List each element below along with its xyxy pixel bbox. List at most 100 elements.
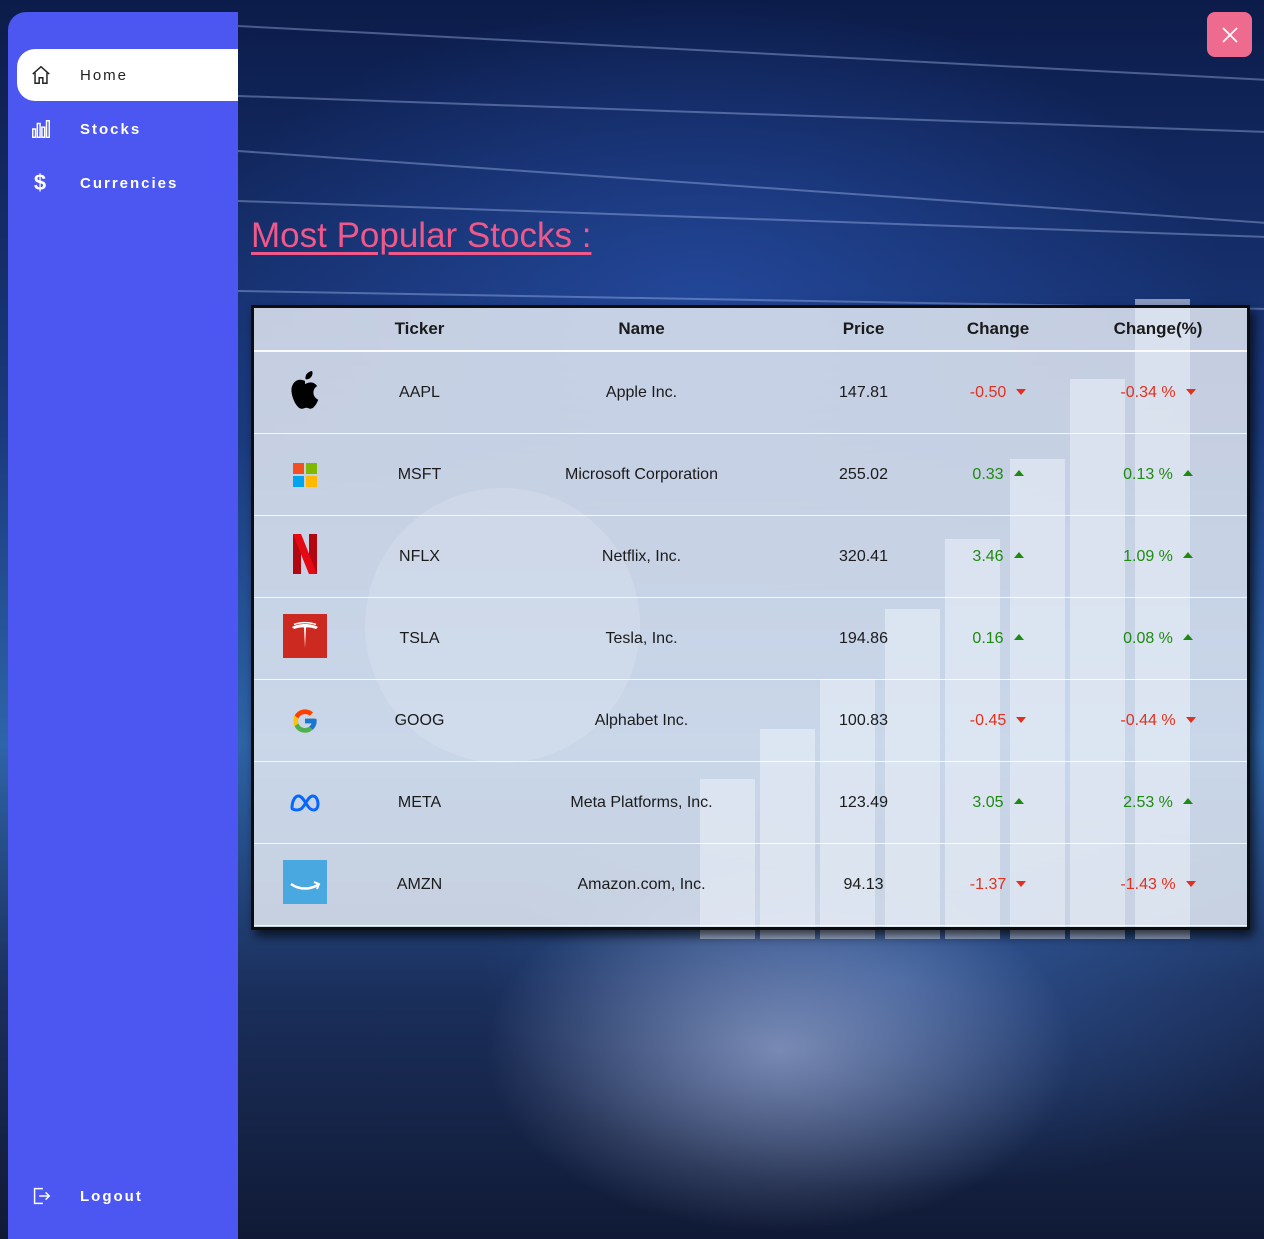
change-pct-value: 1.09 % — [1123, 547, 1173, 565]
price-cell: 123.49 — [800, 761, 927, 844]
sidebar-item-label: Home — [80, 66, 129, 84]
sidebar-cap — [8, 12, 238, 48]
home-icon — [23, 64, 59, 86]
logo-cell — [254, 597, 356, 680]
header-ticker: Ticker — [356, 308, 483, 352]
change-pct-value: -0.44 % — [1120, 711, 1176, 729]
sidebar-item-currencies[interactable]: $ Currencies — [17, 157, 238, 209]
table-row: GOOG Alphabet Inc. 100.83 -0.45 -0.44 % — [254, 679, 1247, 762]
change-value: 0.33 — [972, 465, 1004, 483]
price-cell: 147.81 — [800, 351, 927, 434]
logout-icon — [23, 1185, 59, 1207]
caret-up-icon — [1013, 797, 1024, 804]
header-logo — [254, 308, 356, 352]
change-cell: -0.50 — [927, 351, 1069, 434]
change-pct-cell: 2.53 % — [1069, 761, 1247, 844]
change-pct-value: -1.43 % — [1120, 875, 1176, 893]
close-button[interactable] — [1207, 12, 1252, 57]
change-pct-cell: 1.09 % — [1069, 515, 1247, 598]
change-pct-value: 2.53 % — [1123, 793, 1173, 811]
change-cell: -0.45 — [927, 679, 1069, 762]
change-value: -0.50 — [969, 383, 1007, 401]
caret-up-icon — [1182, 551, 1193, 558]
name-cell: Meta Platforms, Inc. — [483, 761, 800, 844]
change-pct-value: 0.13 % — [1123, 465, 1173, 483]
name-cell: Alphabet Inc. — [483, 679, 800, 762]
header-change: Change — [927, 308, 1069, 352]
caret-down-icon — [1016, 388, 1027, 395]
change-cell: 3.46 — [927, 515, 1069, 598]
header-price: Price — [800, 308, 927, 352]
change-value: 3.05 — [972, 793, 1004, 811]
bar-chart-icon — [23, 118, 59, 140]
ticker-cell: MSFT — [356, 433, 483, 516]
header-name: Name — [483, 308, 800, 352]
table-header-row: Ticker Name Price Change Change(%) — [254, 308, 1247, 352]
close-icon — [1221, 26, 1238, 43]
change-value: -0.45 — [969, 711, 1007, 729]
ticker-cell: NFLX — [356, 515, 483, 598]
sidebar-item-home[interactable]: Home — [17, 49, 238, 101]
sidebar-item-stocks[interactable]: Stocks — [17, 103, 238, 155]
ticker-cell: TSLA — [356, 597, 483, 680]
logo-cell — [254, 351, 356, 434]
change-cell: 0.33 — [927, 433, 1069, 516]
name-cell: Microsoft Corporation — [483, 433, 800, 516]
microsoft-logo — [283, 453, 327, 497]
caret-down-icon — [1185, 716, 1196, 723]
netflix-logo — [283, 532, 327, 576]
price-cell: 94.13 — [800, 843, 927, 926]
caret-up-icon — [1182, 469, 1193, 476]
logout-button[interactable]: Logout — [17, 1170, 238, 1222]
meta-logo — [283, 781, 327, 825]
table-row: NFLX Netflix, Inc. 320.41 3.46 1.09 % — [254, 515, 1247, 598]
logo-cell — [254, 761, 356, 844]
caret-down-icon — [1016, 716, 1027, 723]
stocks-table: Ticker Name Price Change Change(%) AAPL A… — [254, 308, 1247, 926]
change-pct-value: 0.08 % — [1123, 629, 1173, 647]
name-cell: Netflix, Inc. — [483, 515, 800, 598]
change-cell: 3.05 — [927, 761, 1069, 844]
table-row: MSFT Microsoft Corporation 255.02 0.33 0.13 … — [254, 433, 1247, 516]
ticker-cell: GOOG — [356, 679, 483, 762]
change-value: 0.16 — [972, 629, 1004, 647]
change-value: 3.46 — [972, 547, 1004, 565]
caret-up-icon — [1013, 551, 1024, 558]
tesla-logo — [283, 614, 327, 658]
amazon-logo — [283, 860, 327, 904]
price-cell: 194.86 — [800, 597, 927, 680]
caret-down-icon — [1185, 880, 1196, 887]
logo-cell — [254, 843, 356, 926]
change-pct-cell: -1.43 % — [1069, 843, 1247, 926]
dollar-icon: $ — [33, 170, 49, 195]
caret-down-icon — [1016, 880, 1027, 887]
price-cell: 320.41 — [800, 515, 927, 598]
change-pct-cell: 0.13 % — [1069, 433, 1247, 516]
table-row: TSLA Tesla, Inc. 194.86 0.16 0.08 % — [254, 597, 1247, 680]
sidebar-item-label: Stocks — [80, 120, 142, 138]
table-row: AAPL Apple Inc. 147.81 -0.50 -0.34 % — [254, 351, 1247, 434]
ticker-cell: AMZN — [356, 843, 483, 926]
change-pct-value: -0.34 % — [1120, 383, 1176, 401]
price-cell: 100.83 — [800, 679, 927, 762]
change-cell: -1.37 — [927, 843, 1069, 926]
ticker-cell: META — [356, 761, 483, 844]
apple-logo — [283, 368, 327, 412]
ticker-cell: AAPL — [356, 351, 483, 434]
table-row: AMZN Amazon.com, Inc. 94.13 -1.37 -1.43 % — [254, 843, 1247, 926]
caret-up-icon — [1182, 797, 1193, 804]
logo-cell — [254, 679, 356, 762]
logout-label: Logout — [80, 1187, 143, 1205]
name-cell: Apple Inc. — [483, 351, 800, 434]
caret-up-icon — [1013, 469, 1024, 476]
change-pct-cell: -0.44 % — [1069, 679, 1247, 762]
change-pct-cell: -0.34 % — [1069, 351, 1247, 434]
name-cell: Amazon.com, Inc. — [483, 843, 800, 926]
sidebar-item-label: Currencies — [80, 174, 179, 192]
logo-cell — [254, 515, 356, 598]
logo-cell — [254, 433, 356, 516]
caret-down-icon — [1185, 388, 1196, 395]
table-row: META Meta Platforms, Inc. 123.49 3.05 2.53 % — [254, 761, 1247, 844]
caret-up-icon — [1182, 633, 1193, 640]
change-cell: 0.16 — [927, 597, 1069, 680]
